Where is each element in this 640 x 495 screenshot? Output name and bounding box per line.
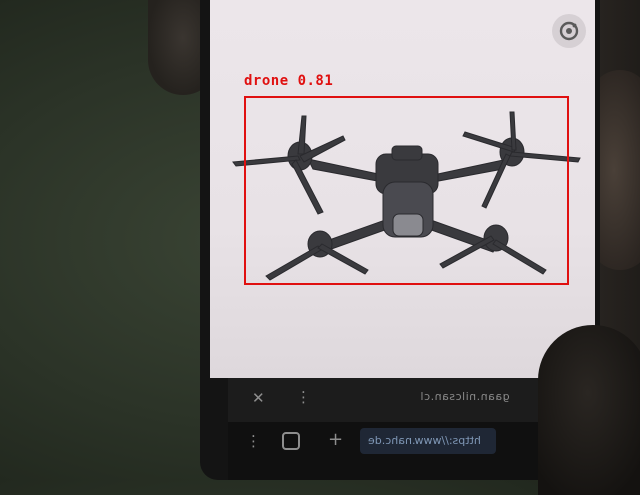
tab-title-text: gaan.nilcsan.cl bbox=[420, 390, 510, 403]
lens-button[interactable] bbox=[552, 14, 586, 48]
finger-bottom bbox=[538, 325, 640, 495]
camera-frame: drone 0.81 ✕ ⋮ gaan.nilcsan.cl ⋮ + https… bbox=[0, 0, 640, 495]
plus-icon[interactable]: + bbox=[328, 431, 343, 449]
detection-label: drone 0.81 bbox=[244, 73, 334, 89]
more-vertical-icon[interactable]: ⋮ bbox=[296, 390, 311, 405]
url-text: https://www.nahc.de bbox=[368, 434, 481, 447]
tabs-icon[interactable] bbox=[282, 432, 300, 450]
close-icon[interactable]: ✕ bbox=[252, 391, 265, 406]
detection-box bbox=[244, 96, 569, 285]
tab-title: gaan.nilcsan.cl bbox=[420, 390, 510, 403]
more-vertical-icon[interactable]: ⋮ bbox=[246, 434, 261, 449]
url-bar[interactable]: https://www.nahc.de bbox=[360, 428, 496, 454]
lens-icon bbox=[559, 21, 579, 41]
